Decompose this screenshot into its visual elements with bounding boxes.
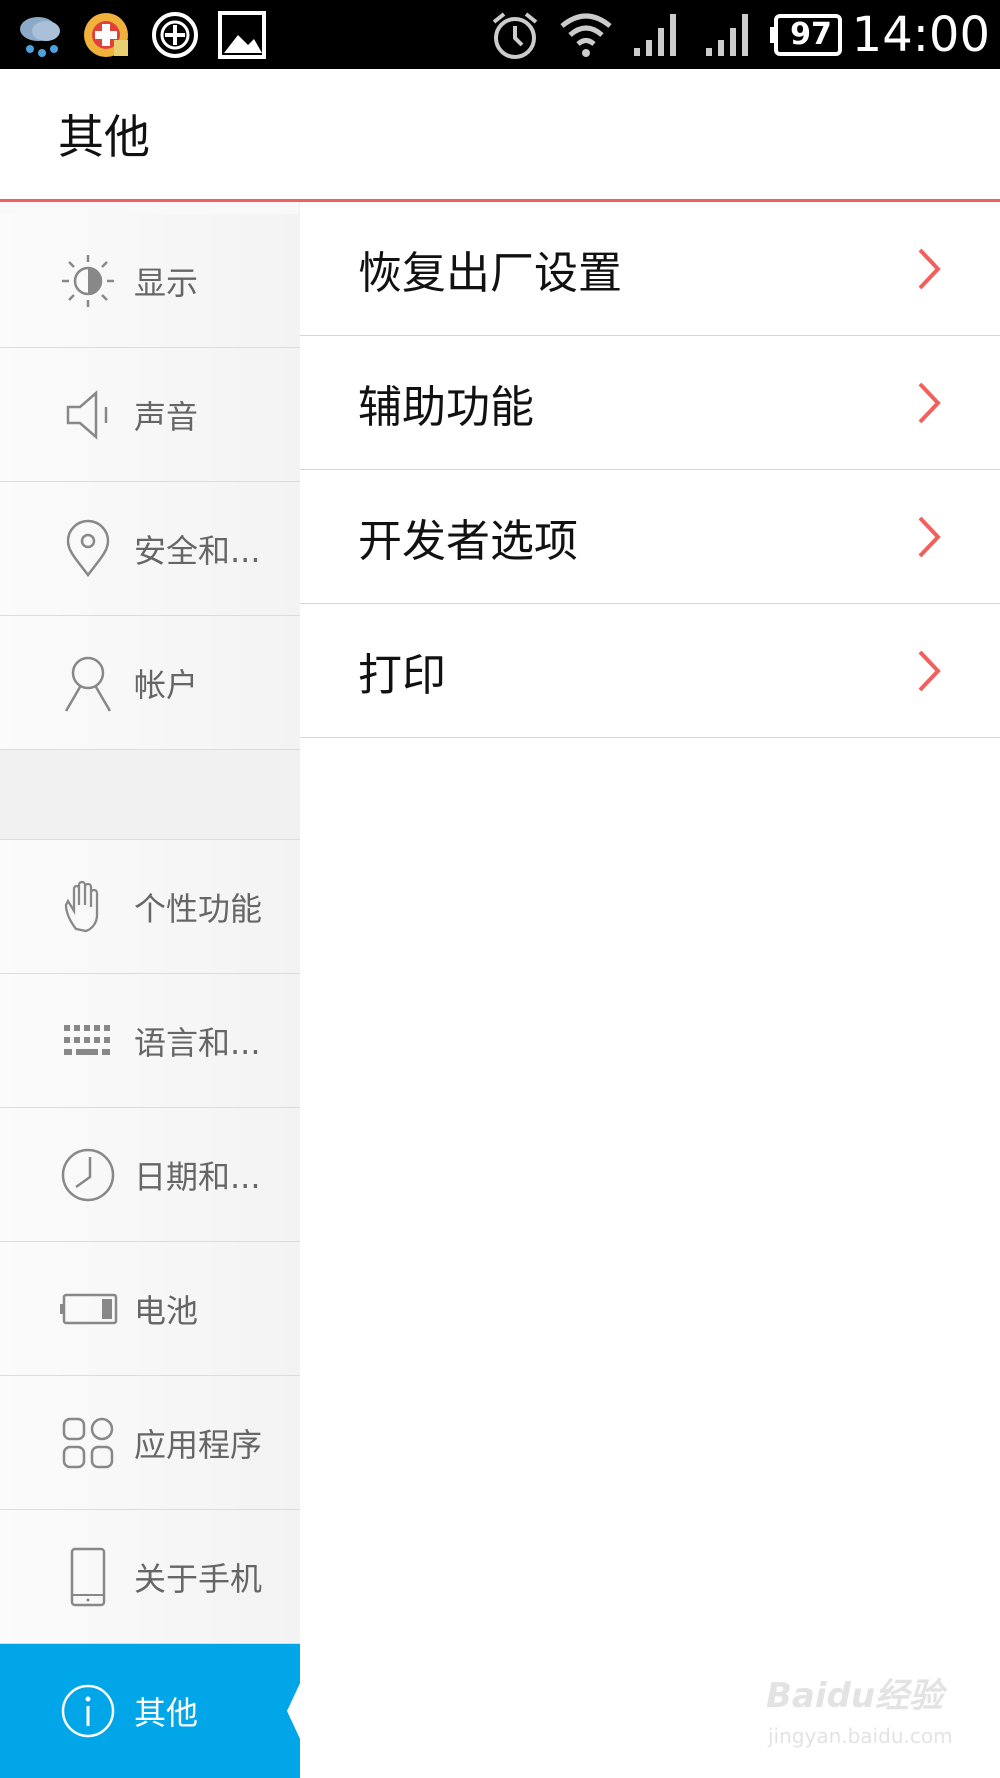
app-notification-icon [82,0,132,69]
sidebar-item-language[interactable]: 语言和... [0,974,300,1108]
developer-options-item[interactable]: 开发者选项 [300,470,1000,604]
sidebar-item-label: 安全和... [134,531,261,570]
list-item-label: 恢复出厂设置 [358,247,622,299]
keyboard-icon [64,1025,110,1055]
sidebar-item-label: 关于手机 [134,1559,263,1598]
wifi-icon [558,0,614,69]
chevron-right-icon [918,382,941,424]
sidebar-item-personal[interactable]: 个性功能 [0,840,300,974]
sidebar-item-label: 应用程序 [134,1425,263,1464]
info-icon [61,1684,115,1738]
factory-reset-item[interactable]: 恢复出厂设置 [300,202,1000,336]
sidebar-item-datetime[interactable]: 日期和... [0,1108,300,1242]
sidebar-item-other[interactable]: 其他 [0,1644,301,1778]
weather-rain-icon [14,0,66,69]
person-icon [64,656,112,712]
battery-indicator: 97 [770,0,844,69]
brightness-icon [62,255,114,307]
sidebar-item-label: 帐户 [134,665,199,704]
sidebar-item-label: 日期和... [134,1157,261,1196]
add-circle-icon [150,0,200,69]
apps-grid-icon [62,1417,114,1469]
phone-icon [70,1547,106,1607]
status-bar: 97 14:00 [0,0,1000,69]
speaker-icon [66,390,108,440]
battery-icon [60,1293,118,1325]
active-indicator [287,1681,301,1741]
accessibility-item[interactable]: 辅助功能 [300,336,1000,470]
settings-sidebar: 显示 声音 安全和... 帐户 个性功能 语言和... 日期和... 电池 应用… [0,202,301,1778]
sidebar-item-label: 个性功能 [134,889,263,928]
location-pin-icon [66,519,110,578]
image-icon [216,0,268,69]
sidebar-item-label: 其他 [134,1694,199,1732]
sidebar-item-apps[interactable]: 应用程序 [0,1376,300,1510]
sidebar-item-label: 显示 [134,263,199,302]
sidebar-divider [0,750,300,840]
hand-icon [64,880,99,933]
sidebar-item-security[interactable]: 安全和... [0,482,300,616]
sidebar-item-account[interactable]: 帐户 [0,616,300,750]
sidebar-item-label: 声音 [134,397,199,436]
watermark-logo: Baidu经验 [766,1676,944,1716]
signal-icon [704,0,756,69]
sidebar-item-sound[interactable]: 声音 [0,348,300,482]
clock-icon [61,1148,115,1202]
alarm-icon [488,0,542,69]
watermark-url: jingyan.baidu.com [768,1724,953,1748]
signal-icon [632,0,684,69]
print-item[interactable]: 打印 [300,604,1000,738]
watermark: Baidu经验 jingyan.baidu.com [766,1668,966,1758]
sidebar-item-label: 电池 [134,1291,199,1330]
chevron-right-icon [918,650,941,692]
chevron-right-icon [918,248,941,290]
sidebar-item-display[interactable]: 显示 [0,214,300,348]
sidebar-item-label: 语言和... [134,1023,261,1062]
page-header: 其他 [0,69,1000,202]
sidebar-item-about-phone[interactable]: 关于手机 [0,1510,300,1644]
sidebar-item-battery[interactable]: 电池 [0,1242,300,1376]
battery-level: 97 [790,17,832,52]
page-title: 其他 [58,110,150,164]
clock-time: 14:00 [851,6,990,63]
list-item-label: 开发者选项 [358,515,578,567]
list-item-label: 辅助功能 [358,381,534,433]
chevron-right-icon [918,516,941,558]
list-item-label: 打印 [358,649,446,701]
